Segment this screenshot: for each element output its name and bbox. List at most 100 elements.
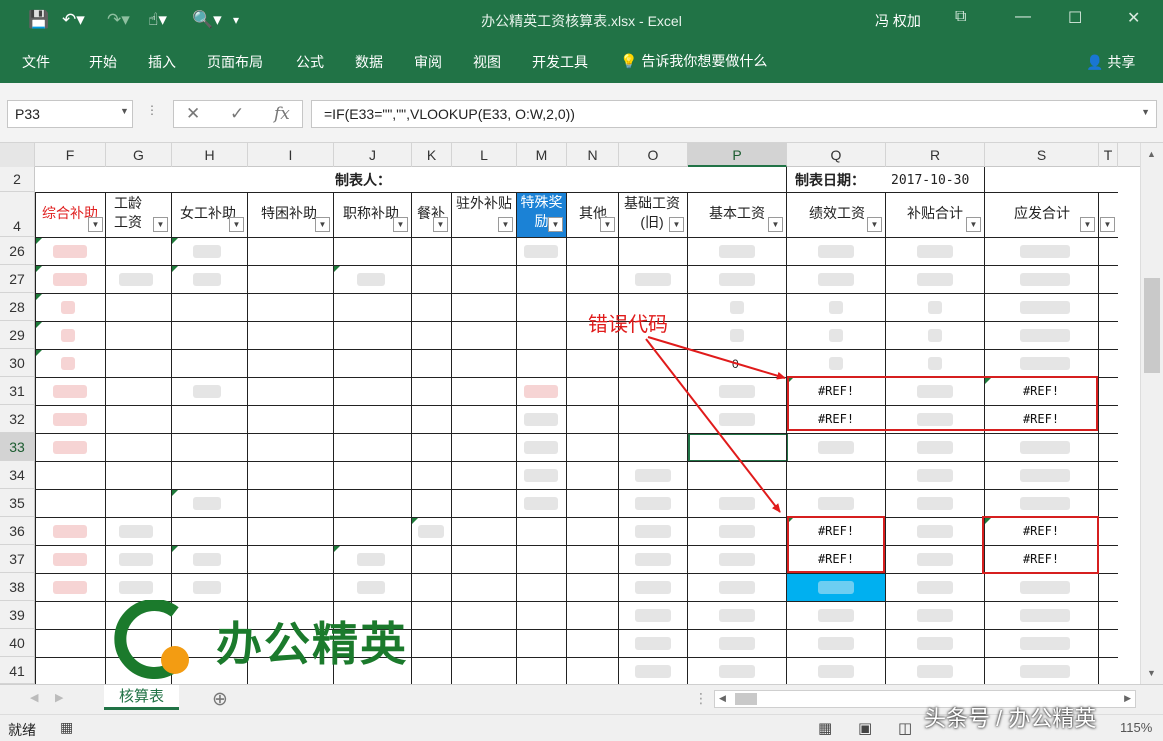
- share-button[interactable]: 👤 共享: [1086, 52, 1135, 72]
- header-basic-salary[interactable]: 基本工资: [695, 204, 779, 223]
- scroll-left-icon[interactable]: ◀: [719, 693, 726, 704]
- filter-dropdown[interactable]: ▼: [229, 217, 244, 232]
- row-header[interactable]: 36: [0, 517, 35, 545]
- formula-input[interactable]: =IF(E33="","",VLOOKUP(E33, O:W,2,0)) ▼: [311, 100, 1157, 128]
- scroll-thumb[interactable]: [735, 693, 757, 705]
- user-name[interactable]: 冯 权加: [875, 11, 921, 31]
- blurred-value: [635, 497, 671, 510]
- row-header[interactable]: 29: [0, 321, 35, 349]
- column-header[interactable]: F: [35, 143, 106, 167]
- scroll-up-icon[interactable]: ▲: [1147, 149, 1156, 159]
- row-header-current[interactable]: 33: [0, 433, 35, 461]
- row-header[interactable]: 40: [0, 629, 35, 657]
- filter-dropdown[interactable]: ▼: [548, 217, 563, 232]
- enter-icon[interactable]: ✓: [230, 104, 244, 124]
- column-header[interactable]: O: [619, 143, 688, 167]
- filter-dropdown[interactable]: ▼: [768, 217, 783, 232]
- row-header[interactable]: 31: [0, 377, 35, 405]
- column-header[interactable]: J: [334, 143, 412, 167]
- cancel-icon[interactable]: ✕: [186, 104, 200, 124]
- row-header[interactable]: 27: [0, 265, 35, 293]
- prev-sheet-icon[interactable]: ◀: [30, 691, 38, 704]
- column-header-selected[interactable]: P: [688, 143, 787, 167]
- minimize-icon[interactable]: —: [1015, 8, 1031, 26]
- zoom-level[interactable]: 115%: [1120, 720, 1152, 735]
- header-offsite-allowance[interactable]: 驻外补贴: [455, 194, 513, 213]
- expand-formula-icon[interactable]: ▼: [1141, 107, 1150, 117]
- column-header[interactable]: N: [567, 143, 619, 167]
- column-header[interactable]: L: [452, 143, 517, 167]
- filter-dropdown[interactable]: ▼: [498, 217, 513, 232]
- column-header[interactable]: G: [106, 143, 172, 167]
- macro-record-icon[interactable]: ▦: [60, 719, 73, 736]
- vertical-scrollbar[interactable]: ▲ ▼: [1140, 143, 1163, 684]
- row-header[interactable]: 32: [0, 405, 35, 433]
- header-gross-total[interactable]: 应发合计: [995, 204, 1089, 223]
- filter-dropdown[interactable]: ▼: [600, 217, 615, 232]
- row-header[interactable]: 2: [0, 167, 35, 192]
- close-icon[interactable]: ✕: [1127, 8, 1140, 28]
- tell-me-search[interactable]: 💡 告诉我你想要做什么: [620, 51, 767, 71]
- filter-dropdown[interactable]: ▼: [1100, 217, 1115, 232]
- column-header[interactable]: S: [985, 143, 1099, 167]
- column-header[interactable]: M: [517, 143, 567, 167]
- tab-home[interactable]: 开始: [89, 52, 117, 72]
- normal-view-icon[interactable]: ▦: [818, 719, 832, 737]
- filter-dropdown[interactable]: ▼: [1080, 217, 1095, 232]
- page-break-view-icon[interactable]: ◫: [898, 719, 912, 737]
- active-cell[interactable]: [688, 433, 788, 462]
- row-header[interactable]: 34: [0, 461, 35, 489]
- row-header[interactable]: 30: [0, 349, 35, 377]
- column-header[interactable]: H: [172, 143, 248, 167]
- column-header[interactable]: I: [248, 143, 334, 167]
- tab-page-layout[interactable]: 页面布局: [207, 52, 263, 72]
- tab-review[interactable]: 审阅: [414, 52, 442, 72]
- page-layout-view-icon[interactable]: ▣: [858, 719, 872, 737]
- tab-developer[interactable]: 开发工具: [532, 52, 588, 72]
- column-header[interactable]: R: [886, 143, 985, 167]
- row-header[interactable]: 35: [0, 489, 35, 517]
- row-header[interactable]: 38: [0, 573, 35, 601]
- filter-dropdown[interactable]: ▼: [393, 217, 408, 232]
- tab-formulas[interactable]: 公式: [296, 52, 324, 72]
- header-seniority-pay[interactable]: 工龄工资: [108, 194, 148, 232]
- blurred-value: [357, 273, 385, 286]
- column-header[interactable]: Q: [787, 143, 886, 167]
- scroll-down-icon[interactable]: ▼: [1147, 668, 1156, 678]
- column-header[interactable]: T: [1099, 143, 1118, 167]
- select-all-corner[interactable]: [0, 143, 35, 167]
- header-allowance-total[interactable]: 补贴合计: [893, 204, 977, 223]
- splitter-dots-icon[interactable]: ⋮: [694, 690, 708, 707]
- chevron-down-icon[interactable]: ▼: [120, 106, 129, 116]
- filter-dropdown[interactable]: ▼: [669, 217, 684, 232]
- date-value[interactable]: 2017-10-30: [891, 171, 969, 190]
- scroll-thumb[interactable]: [1144, 278, 1160, 373]
- row-header[interactable]: 39: [0, 601, 35, 629]
- tab-insert[interactable]: 插入: [148, 52, 176, 72]
- filter-dropdown[interactable]: ▼: [966, 217, 981, 232]
- filter-dropdown[interactable]: ▼: [867, 217, 882, 232]
- next-sheet-icon[interactable]: ▶: [55, 691, 63, 704]
- insert-function-icon[interactable]: fx: [274, 104, 290, 124]
- filter-dropdown[interactable]: ▼: [88, 217, 103, 232]
- filter-dropdown[interactable]: ▼: [315, 217, 330, 232]
- ribbon-display-icon[interactable]: ⧉: [955, 8, 966, 26]
- error-highlight-box: [787, 516, 885, 573]
- row-header[interactable]: 28: [0, 293, 35, 321]
- tab-file[interactable]: 文件: [22, 52, 50, 72]
- column-header[interactable]: K: [412, 143, 452, 167]
- scroll-right-icon[interactable]: ▶: [1124, 693, 1131, 704]
- maximize-icon[interactable]: ☐: [1068, 8, 1082, 28]
- filter-dropdown[interactable]: ▼: [153, 217, 168, 232]
- row-header[interactable]: 26: [0, 237, 35, 265]
- row-header[interactable]: 37: [0, 545, 35, 573]
- splitter-dots-icon[interactable]: ⋮: [146, 103, 158, 117]
- sheet-tab-active[interactable]: 核算表: [104, 685, 179, 710]
- row-header[interactable]: 4: [0, 192, 35, 237]
- add-sheet-icon[interactable]: ⊕: [212, 688, 228, 711]
- tab-view[interactable]: 视图: [473, 52, 501, 72]
- tab-data[interactable]: 数据: [355, 52, 383, 72]
- row-header[interactable]: 41: [0, 657, 35, 684]
- name-box[interactable]: P33 ▼: [7, 100, 133, 128]
- filter-dropdown[interactable]: ▼: [433, 217, 448, 232]
